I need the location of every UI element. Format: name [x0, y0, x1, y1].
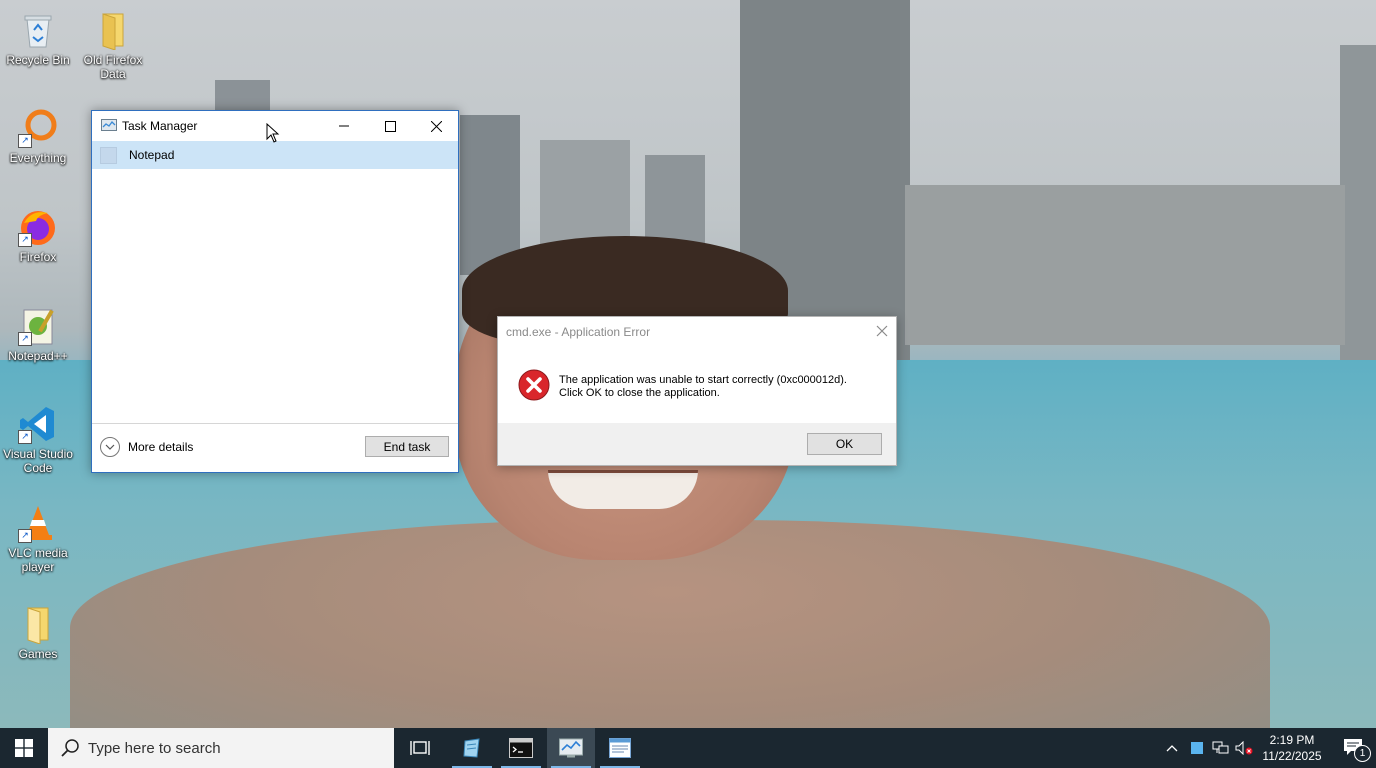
wallpaper-person-smile: [548, 470, 698, 509]
taskbar-app-command-prompt[interactable]: [497, 728, 545, 768]
network-icon: [1212, 741, 1229, 754]
taskbar: Type here to search 2:19 PM 11/22/2025 1: [0, 728, 1376, 768]
desktop-icon-old-firefox-data[interactable]: Old Firefox Data: [75, 10, 151, 81]
clock-date: 11/22/2025: [1262, 749, 1322, 763]
search-box[interactable]: Type here to search: [48, 728, 394, 768]
task-view-button[interactable]: [396, 728, 444, 768]
show-hidden-icons-button[interactable]: [1162, 728, 1182, 768]
shortcut-arrow-icon: ↗: [18, 332, 32, 346]
window-title: Task Manager: [122, 119, 198, 133]
task-view-icon: [410, 741, 430, 755]
notepad-app-icon: [100, 146, 117, 164]
volume-muted-icon: [1235, 741, 1253, 755]
process-row-notepad[interactable]: Notepad: [92, 141, 458, 169]
shortcut-arrow-icon: ↗: [18, 233, 32, 247]
maximize-icon: [384, 120, 396, 132]
close-icon[interactable]: [874, 323, 890, 339]
dialog-message-line: The application was unable to start corr…: [559, 374, 847, 386]
desktop-icon-recycle-bin[interactable]: Recycle Bin: [0, 10, 76, 67]
desktop-icon-games[interactable]: Games: [0, 604, 76, 661]
magnifier-icon: ↗: [18, 108, 58, 148]
close-icon: [430, 120, 442, 132]
notification-icon: 1: [1343, 738, 1371, 762]
end-task-button[interactable]: End task: [365, 436, 449, 457]
dialog-message: The application was unable to start corr…: [559, 374, 847, 400]
dialog-titlebar[interactable]: cmd.exe - Application Error: [498, 317, 896, 347]
desktop-icon-label: Notepad++: [8, 349, 68, 363]
clock-time: 2:19 PM: [1269, 733, 1315, 747]
vlc-cone-icon: ↗: [18, 503, 58, 543]
search-icon: [60, 738, 80, 758]
wallpaper-tower: [1340, 45, 1376, 365]
clock[interactable]: 2:19 PM 11/22/2025: [1252, 728, 1332, 768]
desktop-icon-everything[interactable]: ↗ Everything: [0, 108, 76, 165]
network-button[interactable]: [1210, 728, 1232, 768]
taskbar-app-task-manager[interactable]: [547, 728, 595, 768]
desktop-icon-notepad-plus-plus[interactable]: ↗ Notepad++: [0, 306, 76, 363]
desktop-icon-vscode[interactable]: ↗ Visual Studio Code: [0, 404, 76, 475]
dialog-message-line: Click OK to close the application.: [559, 387, 720, 399]
windows-logo-icon: [15, 739, 33, 757]
chevron-up-icon: [1166, 745, 1178, 752]
more-details-label: More details: [128, 440, 194, 454]
desktop-icon-label: Visual Studio Code: [3, 447, 73, 475]
task-manager-icon: [559, 738, 583, 758]
desktop-icon-label: Everything: [9, 151, 67, 165]
minimize-button[interactable]: [321, 111, 367, 141]
close-button[interactable]: [413, 111, 459, 141]
folder-icon: [18, 604, 58, 645]
notification-count-badge: 1: [1354, 745, 1371, 762]
desktop-icon-label: Old Firefox Data: [83, 53, 143, 81]
firefox-icon: ↗: [18, 207, 58, 247]
desktop-icon-label: Recycle Bin: [6, 53, 70, 67]
recycle-bin-icon: [18, 10, 58, 50]
taskbar-app-notepad-plus-plus[interactable]: [448, 728, 496, 768]
maximize-button[interactable]: [367, 111, 413, 141]
shortcut-arrow-icon: ↗: [18, 529, 32, 543]
application-error-dialog[interactable]: cmd.exe - Application Error The applicat…: [497, 316, 897, 466]
taskbar-app-notepad[interactable]: [596, 728, 644, 768]
folder-icon: [93, 10, 133, 51]
ok-button[interactable]: OK: [807, 433, 882, 455]
tray-app-button[interactable]: [1186, 728, 1208, 768]
task-manager-icon: [101, 119, 117, 133]
desktop-icon-firefox[interactable]: ↗ Firefox: [0, 207, 76, 264]
chevron-down-icon: [100, 437, 120, 457]
desktop-icon-vlc[interactable]: ↗ VLC media player: [0, 503, 76, 574]
desktop-icon-label: VLC media player: [8, 546, 68, 574]
dialog-body: The application was unable to start corr…: [498, 347, 896, 423]
shortcut-arrow-icon: ↗: [18, 430, 32, 444]
notepad-window-icon: [609, 738, 631, 758]
wallpaper-tower: [645, 155, 705, 245]
mouse-cursor-icon: [266, 122, 280, 143]
error-icon: [518, 369, 550, 401]
more-details-button[interactable]: More details: [100, 437, 193, 457]
wallpaper-city: [905, 185, 1345, 345]
dialog-footer: OK: [498, 423, 896, 465]
desktop-icon-label: Firefox: [19, 250, 57, 264]
start-button[interactable]: [0, 728, 48, 768]
notepad-icon: [463, 738, 480, 758]
task-manager-window[interactable]: Task Manager Notepad More details End ta…: [91, 110, 459, 473]
notepad-plus-plus-icon: ↗: [18, 306, 58, 346]
tray-app-icon: [1191, 742, 1203, 754]
shortcut-arrow-icon: ↗: [18, 134, 32, 148]
search-placeholder: Type here to search: [88, 739, 221, 757]
dialog-title: cmd.exe - Application Error: [506, 325, 651, 339]
process-name: Notepad: [129, 148, 175, 162]
desktop-icon-label: Games: [18, 647, 58, 661]
command-prompt-icon: [509, 738, 533, 758]
vscode-icon: ↗: [18, 404, 58, 444]
notification-center-button[interactable]: 1: [1332, 728, 1376, 768]
minimize-icon: [339, 125, 349, 127]
task-manager-footer: More details End task: [92, 423, 458, 472]
wallpaper-tower: [540, 140, 630, 250]
